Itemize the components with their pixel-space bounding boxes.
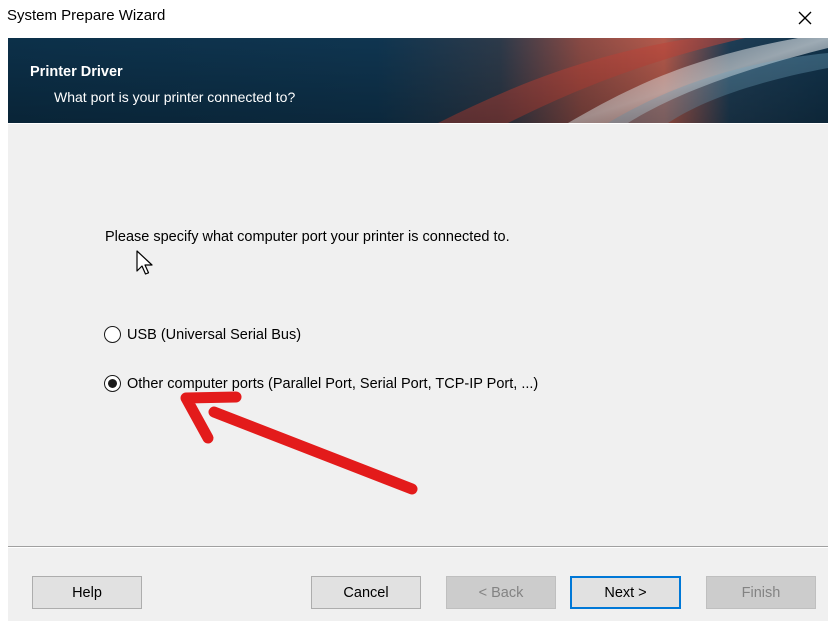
- other-ports-option[interactable]: Other computer ports (Parallel Port, Ser…: [104, 375, 538, 392]
- cancel-button[interactable]: Cancel: [311, 576, 421, 609]
- other-ports-option-label: Other computer ports (Parallel Port, Ser…: [127, 375, 539, 392]
- usb-option-label: USB (Universal Serial Bus): [127, 326, 302, 343]
- banner-title: Printer Driver: [30, 64, 123, 80]
- usb-radio[interactable]: [104, 326, 121, 343]
- help-button[interactable]: Help: [32, 576, 142, 609]
- next-button[interactable]: Next >: [570, 576, 681, 609]
- title-bar: System Prepare Wizard: [0, 0, 828, 36]
- banner-subtitle: What port is your printer connected to?: [54, 89, 296, 105]
- back-button[interactable]: < Back: [446, 576, 556, 609]
- finish-button[interactable]: Finish: [706, 576, 816, 609]
- other-ports-radio[interactable]: [104, 375, 121, 392]
- usb-option[interactable]: USB (Universal Serial Bus): [104, 326, 301, 343]
- radio-selected-dot: [108, 379, 117, 388]
- mouse-pointer-icon: [136, 250, 153, 275]
- banner-graphic: [8, 38, 828, 123]
- window-title: System Prepare Wizard: [7, 7, 166, 24]
- close-button[interactable]: [782, 0, 828, 36]
- wizard-banner: Printer Driver What port is your printer…: [8, 38, 828, 123]
- close-icon: [798, 11, 812, 25]
- instruction-text: Please specify what computer port your p…: [105, 229, 510, 245]
